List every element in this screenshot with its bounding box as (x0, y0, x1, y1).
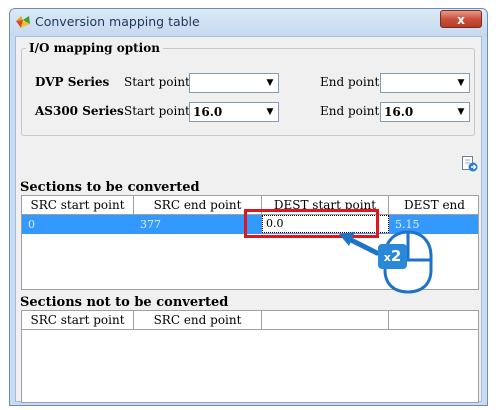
dvp-start-label: Start point (124, 75, 190, 89)
not-converted-col-header[interactable] (262, 311, 389, 330)
converted-col-header[interactable]: DEST end point (389, 196, 478, 230)
window-title: Conversion mapping table (35, 14, 200, 29)
dvp-series-label: DVP Series (35, 75, 110, 89)
as300-end-combo[interactable]: 16.0 ▼ (380, 102, 470, 122)
close-button[interactable]: x (440, 10, 482, 28)
src-start-cell[interactable]: 0 (22, 215, 134, 234)
io-mapping-option-legend: I/O mapping option (26, 41, 163, 55)
src-end-cell[interactable]: 377 (134, 215, 262, 234)
dvp-start-combo[interactable]: ▼ (189, 73, 279, 93)
converted-col-header[interactable]: SRC end point (134, 196, 262, 215)
as300-start-value: 16.0 (193, 105, 223, 119)
dvp-end-label: End point (320, 75, 380, 89)
chevron-down-icon[interactable]: ▼ (453, 74, 469, 92)
as300-end-label: End point (320, 104, 380, 118)
converted-section-title: Sections to be converted (20, 180, 200, 195)
title-bar: Conversion mapping table x (10, 9, 487, 36)
dvp-end-combo[interactable]: ▼ (380, 73, 470, 93)
add-row-icon[interactable] (461, 155, 478, 172)
as300-series-label: AS300 Series (35, 104, 124, 118)
double-click-badge: x2 (378, 244, 407, 269)
converted-col-header[interactable]: SRC start point (22, 196, 134, 215)
as300-start-label: Start point (124, 104, 190, 118)
chevron-down-icon[interactable]: ▼ (453, 103, 469, 121)
as300-start-combo[interactable]: 16.0 ▼ (189, 102, 279, 122)
io-mapping-option-group: I/O mapping option DVP Series Start poin… (21, 41, 475, 136)
not-converted-col-header[interactable] (389, 311, 478, 330)
multiplier-count: 2 (390, 247, 402, 265)
not-converted-col-header[interactable]: SRC end point (134, 311, 262, 330)
not-converted-table: SRC start point SRC end point (21, 310, 479, 403)
chevron-down-icon[interactable]: ▼ (262, 103, 278, 121)
multiplier-prefix: x (383, 251, 391, 264)
conversion-mapping-window: Conversion mapping table x I/O mapping o… (9, 8, 488, 406)
as300-end-value: 16.0 (384, 105, 414, 119)
chevron-down-icon[interactable]: ▼ (262, 74, 278, 92)
not-converted-section-title: Sections not to be converted (20, 295, 229, 310)
conversion-app-icon (16, 16, 30, 28)
pointer-arrow-icon (339, 232, 380, 256)
not-converted-col-header[interactable]: SRC start point (22, 311, 134, 330)
